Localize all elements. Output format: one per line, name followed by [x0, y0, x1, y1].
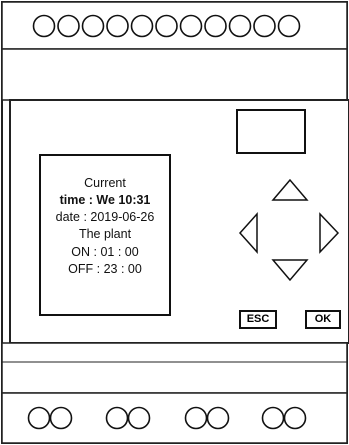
top-band: [1, 48, 348, 101]
lcd-line-6: OFF : 23 : 00: [68, 262, 142, 276]
top-terminal-screw: [81, 14, 105, 38]
top-terminal-screw: [130, 14, 154, 38]
esc-button-label: ESC: [246, 313, 270, 325]
bottom-terminal-screw: [27, 406, 51, 430]
lcd-line-3: date : 2019-06-26: [55, 210, 155, 224]
top-terminal-screw: [228, 14, 252, 38]
bottom-terminal-screw: [261, 406, 285, 430]
top-terminal-screw: [106, 14, 129, 38]
top-terminal-screw: [155, 14, 178, 38]
top-terminals: [32, 14, 301, 38]
bottom-terminal-screw: [127, 406, 151, 430]
bottom-terminal-screw: [105, 406, 129, 430]
bottom-terminal-screw: [184, 406, 208, 430]
lcd-line-4: The plant: [78, 227, 132, 241]
lower-band: [1, 342, 348, 394]
top-terminal-screw: [179, 14, 203, 38]
lcd-line-5: ON : 01 : 00: [71, 245, 139, 259]
top-terminal-screw: [32, 14, 56, 38]
top-terminal-screw: [253, 14, 276, 38]
top-terminal-screw: [204, 14, 227, 38]
bottom-terminal-screw: [49, 406, 73, 430]
top-terminal-screw: [57, 14, 80, 38]
ok-button-label: OK: [314, 313, 332, 325]
bottom-terminal-screw: [206, 406, 230, 430]
top-terminal-screw: [277, 14, 301, 38]
bottom-terminal-screw: [283, 406, 307, 430]
lcd-line-2: time : We 10:31: [59, 193, 151, 207]
lcd-line-1: Current: [84, 176, 126, 190]
status-window: [236, 109, 306, 154]
